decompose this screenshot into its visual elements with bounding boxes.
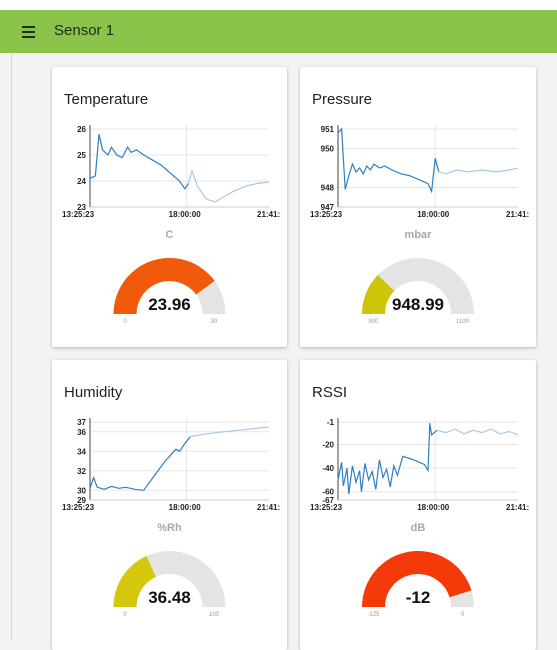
x-tick-label: 21:41:	[257, 503, 280, 512]
y-tick-label: 950	[321, 145, 335, 154]
unit-label-pressure: mbar	[404, 229, 432, 241]
x-tick-label: 21:41:	[506, 503, 529, 512]
gauge-value: 23.96	[148, 295, 191, 314]
unit-label-rssi: dB	[410, 522, 426, 534]
y-tick-label: -20	[322, 440, 334, 449]
x-tick-label: 18:00:00	[417, 210, 450, 219]
rssi-gauge: -12 -125 0	[362, 551, 474, 618]
y-tick-label: 26	[77, 125, 86, 134]
gauge-value: 948.99	[392, 295, 444, 314]
temperature-chart: 2625242313:25:23 18:00:00 21:41:	[62, 125, 280, 219]
x-tick-label: 18:00:00	[169, 210, 202, 219]
x-tick-label: 21:41:	[257, 210, 280, 219]
humidity-gauge: 36.48 0 100	[113, 551, 226, 618]
series-line	[89, 436, 191, 491]
y-tick-label: 36	[77, 428, 86, 437]
gauge-value: 36.48	[148, 588, 191, 607]
pressure-gauge: 948.99 900 1100	[362, 258, 474, 325]
y-tick-label: 948	[321, 184, 335, 193]
x-tick-label: 21:41:	[506, 210, 529, 219]
gauge-min-label: 900	[368, 319, 379, 325]
sidebar-divider	[11, 53, 12, 641]
humidity-chart: 37363432302913:25:23 18:00:00 21:41:	[62, 418, 280, 512]
rssi-card: RSSI -1 -20 -40 -60 -67 13:25:23 18:00:00 21:41…	[300, 360, 536, 650]
y-tick-label: 34	[77, 447, 86, 456]
y-tick-label: 37	[77, 418, 86, 427]
series-line-recent	[187, 168, 270, 203]
gauge-min-label: 0	[123, 319, 127, 325]
x-tick-label: 13:25:23	[310, 210, 343, 219]
y-tick-label: -40	[322, 464, 334, 473]
series-line	[337, 423, 438, 495]
x-tick-label: 13:25:23	[62, 503, 95, 512]
y-tick-label: 25	[77, 151, 86, 160]
y-tick-label: -1	[327, 418, 335, 427]
page-title: Sensor 1	[54, 22, 115, 39]
humidity-card: Humidity 37 36 34 32 30 29 13:25:23 18:00:00 21:…	[52, 360, 287, 650]
gauge-max-label: 30	[211, 319, 218, 325]
gauge-max-label: 0	[461, 612, 465, 618]
hamburger-menu-icon[interactable]	[22, 26, 36, 38]
pressure-card: Pressure 951 950 948 947 13:25:23 18:00:00 21:…	[300, 67, 536, 347]
temperature-gauge: 23.96 0 30	[113, 258, 226, 325]
y-tick-label: 30	[77, 486, 86, 495]
rssi-chart: -1-20-40-60-6713:25:23 18:00:00 21:41:	[310, 418, 529, 512]
series-line	[337, 127, 440, 194]
gauge-min-label: -125	[367, 612, 380, 618]
unit-label-temperature: C	[165, 229, 174, 241]
window-top-strip	[0, 0, 557, 10]
x-tick-label: 18:00:00	[417, 503, 450, 512]
x-tick-label: 13:25:23	[62, 210, 95, 219]
gauge-value: -12	[406, 588, 431, 607]
series-line-recent	[436, 428, 519, 436]
x-tick-label: 13:25:23	[310, 503, 343, 512]
gauge-max-label: 100	[209, 612, 220, 618]
y-tick-label: 951	[321, 125, 335, 134]
app-header: Sensor 1	[0, 10, 557, 53]
series-line-recent	[438, 167, 519, 175]
gauge-min-label: 0	[123, 612, 127, 618]
y-tick-label: 24	[77, 177, 86, 186]
unit-label-humidity: %Rh	[157, 522, 182, 534]
x-tick-label: 18:00:00	[169, 503, 202, 512]
gauge-max-label: 1100	[456, 319, 470, 325]
y-tick-label: 32	[77, 467, 86, 476]
temperature-card: Temperature 26 25 24 23 13:25:23 18:00:00 21:4…	[52, 67, 287, 347]
pressure-chart: 95195094894713:25:23 18:00:00 21:41:	[310, 125, 529, 219]
